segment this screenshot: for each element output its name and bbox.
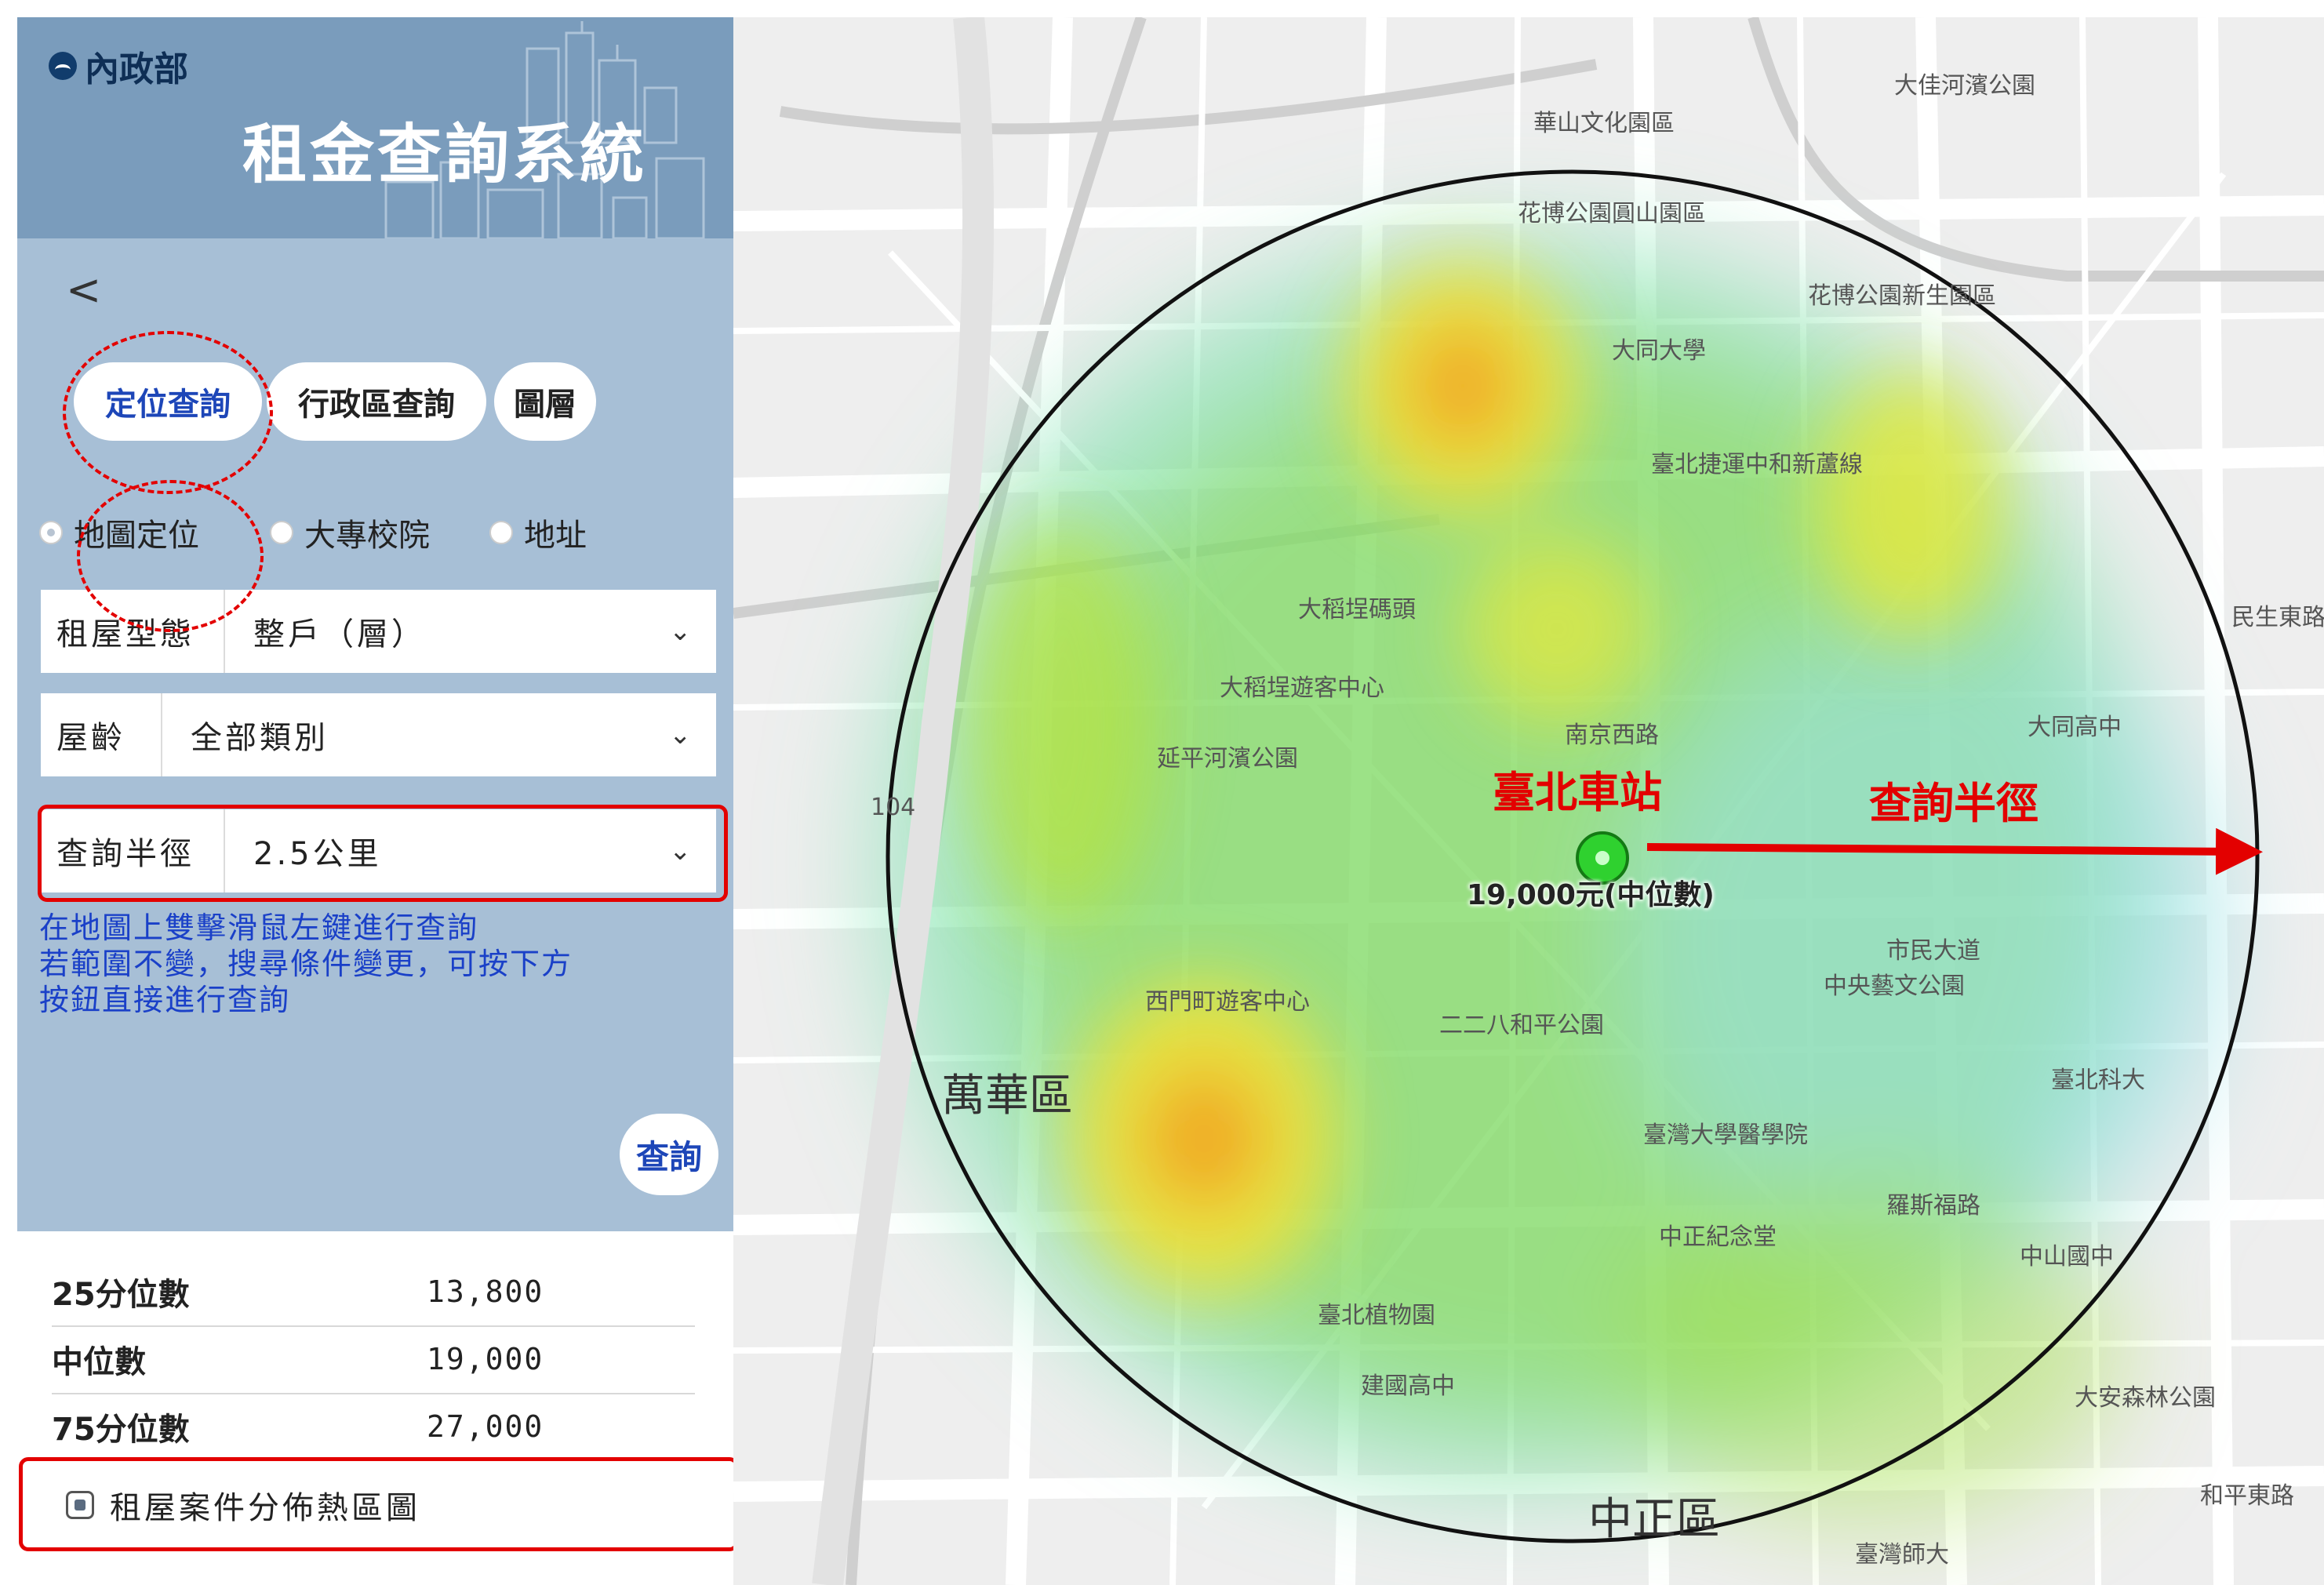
rental-type-select[interactable]: 租屋型態 整戶（層） ⌄ [41,590,716,673]
app-header: 內政部 租金查詢系統 [17,17,733,238]
checkbox-checked-icon[interactable] [66,1491,94,1519]
radio-button[interactable] [270,521,293,544]
stat-value: 27,000 [427,1409,544,1444]
map-label-cks-memorial: 中正紀念堂 [1659,1223,1777,1251]
map-view[interactable]: 萬華區 中正區 大同大學 大稻埕碼頭 大稻埕遊客中心 延平河濱公園 臺灣大學醫學… [733,17,2324,1585]
rental-type-value: 整戶（層） [253,616,426,653]
radio-label: 大專校院 [304,518,430,554]
map-label-daan-park: 大安森林公園 [2075,1384,2216,1412]
map-label-botanical: 臺北植物園 [1318,1302,1435,1329]
map-label-jianguo-hs: 建國高中 [1361,1372,1455,1400]
map-label-roosevelt: 羅斯福路 [1886,1192,1980,1220]
map-label-zhongzheng: 中正區 [1588,1494,1720,1545]
map-label-heping-e: 和平東路 [2200,1482,2294,1510]
building-age-value: 全部類別 [191,720,329,756]
stat-row-median: 中位數 19,000 [52,1325,695,1394]
tab-location-query[interactable]: 定位查詢 [74,362,262,441]
median-rent-label: 19,000元(中位數) [1467,879,1715,911]
radius-value: 2.5公里 [253,836,382,872]
radius-select[interactable]: 查詢半徑 2.5公里 ⌄ [41,809,716,892]
stat-row-p25: 25分位數 13,800 [52,1258,695,1327]
map-label-ntu-hospital: 臺灣大學醫學院 [1643,1121,1808,1149]
rent-stats-panel: 25分位數 13,800 中位數 19,000 75分位數 27,000 [17,1231,733,1585]
hint-line: 按鈕直接進行查詢 [39,983,291,1017]
app-title: 租金查詢系統 [242,118,647,192]
stat-row-p75: 75分位數 27,000 [52,1393,695,1460]
radio-map-location[interactable]: 地圖定位 [39,510,199,555]
rental-type-label: 租屋型態 [41,590,225,673]
map-label-wanhua: 萬華區 [941,1071,1073,1121]
map-label-nanjing-w: 南京西路 [1565,722,1659,749]
stat-label: 75分位數 [52,1412,190,1448]
map-label-peace-park: 二二八和平公園 [1439,1012,1604,1039]
chevron-down-icon: ⌄ [669,719,692,751]
radio-label: 地圖定位 [74,518,199,554]
tab-layer[interactable]: 圖層 [494,362,596,441]
chevron-down-icon: ⌄ [669,835,692,867]
radio-label: 地址 [524,518,587,554]
map-label-ximen: 西門町遊客中心 [1145,988,1310,1016]
tab-district-query[interactable]: 行政區查詢 [267,362,486,441]
map-label-dadaocheng: 大稻埕碼頭 [1298,596,1416,623]
location-marker-center [1595,851,1609,865]
radius-annotation-label: 查詢半徑 [1869,779,2039,828]
hint-line: 若範圍不變，搜尋條件變更，可按下方 [39,947,573,981]
map-label-yuanshan: 花博公園圓山園區 [1518,200,1706,227]
map-label-yanping-park: 延平河濱公園 [1157,745,1298,773]
map-label-dadaocheng-center: 大稻埕遊客中心 [1220,674,1384,702]
map-label-hwy-104: 104 [871,794,916,821]
map-label-zhongyang-park: 中央藝文公園 [1824,972,1965,1000]
map-label-zhongshan-ms: 中山國中 [2020,1243,2114,1271]
map-label-xinsheng-park: 花博公園新生園區 [1808,282,1996,310]
stat-label: 25分位數 [52,1277,190,1313]
map-label-ntnu: 臺灣師大 [1855,1541,1949,1569]
radius-arrow-icon [1646,827,2263,875]
map-label-minsheng-e: 民生東路 [2231,604,2324,631]
building-age-label: 屋齡 [41,693,162,776]
heatmap-toggle[interactable]: 租屋案件分佈熱區圖 [66,1482,420,1528]
ministry-seal-icon [49,52,77,80]
stat-value: 19,000 [427,1342,544,1376]
query-hint: 在地圖上雙擊滑鼠左鍵進行查詢 若範圍不變，搜尋條件變更，可按下方 按鈕直接進行查… [39,910,573,1018]
map-label-ntust: 臺北科大 [2051,1067,2145,1094]
sidebar: 內政部 租金查詢系統 < 定位查詢 行政區查詢 圖層 地圖定位 大專校院 地址 … [17,17,739,1585]
radius-label: 查詢半徑 [41,809,225,892]
chevron-down-icon: ⌄ [669,616,692,647]
map-label-civic-blvd: 市民大道 [1886,937,1980,965]
map-label-metro-line: 臺北捷運中和新蘆線 [1651,451,1863,478]
logo-text: 內政部 [85,49,188,89]
hint-line: 在地圖上雙擊滑鼠左鍵進行查詢 [39,911,479,945]
map-label-dajia-park: 大佳河濱公園 [1894,72,2035,100]
radio-address[interactable]: 地址 [489,510,587,555]
logo: 內政部 [49,41,188,91]
stat-value: 13,800 [427,1274,544,1309]
map-label-huashan: 華山文化園區 [1533,110,1675,137]
map-label-datong-univ: 大同大學 [1612,337,1706,365]
query-button[interactable]: 查詢 [620,1114,718,1195]
back-button[interactable]: < [66,265,101,314]
radio-university[interactable]: 大專校院 [270,510,430,555]
building-age-select[interactable]: 屋齡 全部類別 ⌄ [41,693,716,776]
radio-button[interactable] [39,521,63,544]
heatmap-toggle-label: 租屋案件分佈熱區圖 [110,1490,420,1526]
map-label-datong-hs: 大同高中 [2028,714,2122,741]
station-label: 臺北車站 [1493,768,1662,817]
radio-button[interactable] [489,521,513,544]
stat-label: 中位數 [52,1344,146,1380]
